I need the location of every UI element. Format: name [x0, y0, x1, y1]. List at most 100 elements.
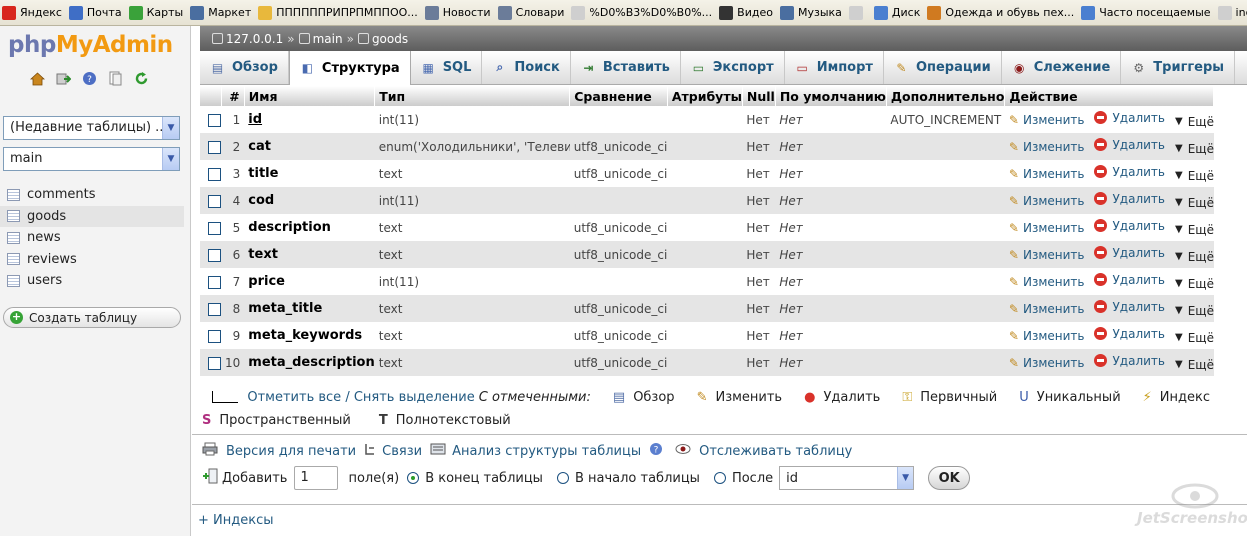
drop-field-button[interactable]: Удалить [1094, 354, 1165, 368]
drop-field-button[interactable]: Удалить [1094, 327, 1165, 341]
column-header[interactable]: Атрибуты [667, 86, 743, 106]
drop-field-button[interactable]: Удалить [1094, 165, 1165, 179]
row-checkbox[interactable] [208, 221, 221, 235]
database-select[interactable]: main ▼ [3, 147, 180, 171]
drop-field-button[interactable]: Удалить [1094, 300, 1165, 314]
row-checkbox[interactable] [208, 302, 221, 316]
column-header[interactable]: Имя [244, 86, 376, 106]
tab-triggers[interactable]: ⚙ Триггеры [1121, 51, 1236, 84]
create-table-button[interactable]: + Создать таблицу [3, 307, 181, 328]
with-selected-browse-button[interactable]: ▤ Обзор [613, 390, 675, 405]
track-table-link[interactable]: Отслеживать таблицу [699, 444, 852, 459]
analyze-structure-link[interactable]: Анализ структуры таблицы [452, 444, 641, 459]
column-header[interactable]: Тип [374, 86, 571, 106]
bookmark-item[interactable]: %D0%B3%D0%B0%... [569, 3, 717, 23]
exit-icon[interactable] [55, 70, 72, 87]
more-actions-button[interactable]: ▼ Ещё [1175, 304, 1214, 318]
drop-field-button[interactable]: Удалить [1094, 219, 1165, 233]
column-header[interactable]: Действие [1004, 86, 1215, 106]
sidebar-table-reviews[interactable]: reviews [6, 249, 184, 271]
with-selected-fulltext-button[interactable]: T Полнотекстовый [379, 413, 511, 428]
sidebar-table-news[interactable]: news [6, 227, 184, 249]
tab-structure[interactable]: ◧ Структура [288, 51, 411, 85]
at-beginning-label[interactable]: В начало таблицы [575, 471, 700, 486]
at-beginning-radio[interactable] [556, 472, 569, 484]
check-all-link[interactable]: Отметить все / Снять выделение [247, 390, 474, 405]
column-header[interactable]: # [221, 86, 245, 106]
more-actions-button[interactable]: ▼ Ещё [1175, 142, 1214, 156]
drop-field-button[interactable]: Удалить [1094, 273, 1165, 287]
row-checkbox[interactable] [208, 113, 221, 127]
row-checkbox[interactable] [208, 194, 221, 208]
tab-operations[interactable]: ✎ Операции [884, 51, 1002, 84]
row-checkbox[interactable] [208, 356, 221, 370]
docs-icon[interactable] [107, 70, 124, 87]
tab-tracking[interactable]: ◉ Слежение [1002, 51, 1122, 84]
after-radio[interactable] [713, 472, 726, 484]
phpmyadmin-logo[interactable]: phpMyAdmin [8, 32, 173, 58]
sidebar-table-users[interactable]: users [6, 270, 184, 292]
print-view-link[interactable]: Версия для печати [226, 444, 356, 459]
bookmark-item[interactable]: Часто посещаемые [1079, 3, 1215, 23]
home-icon[interactable] [29, 70, 46, 87]
tab-export[interactable]: ▭ Экспорт [681, 51, 785, 84]
change-field-button[interactable]: ✎ Изменить [1009, 221, 1085, 235]
bookmark-item[interactable]: Яндекс [0, 3, 67, 23]
breadcrumb-database[interactable]: main [313, 32, 343, 46]
with-selected-pencil-button[interactable]: ✎ Изменить [697, 390, 783, 405]
bookmark-item[interactable]: ППППППРИПРПМППОО... [256, 3, 423, 23]
breadcrumb-server[interactable]: 127.0.0.1 [226, 32, 283, 46]
bookmark-item[interactable]: Видео [717, 3, 778, 23]
after-label[interactable]: После [732, 471, 773, 486]
bookmark-item[interactable]: Новости [423, 3, 496, 23]
at-end-label[interactable]: В конец таблицы [425, 471, 543, 486]
change-field-button[interactable]: ✎ Изменить [1009, 167, 1085, 181]
row-checkbox[interactable] [208, 167, 221, 181]
more-actions-button[interactable]: ▼ Ещё [1175, 115, 1214, 129]
tab-import[interactable]: ▭ Импорт [785, 51, 884, 84]
more-actions-button[interactable]: ▼ Ещё [1175, 358, 1214, 372]
bookmark-item[interactable] [847, 3, 872, 23]
with-selected-delete-button[interactable]: ● Удалить [804, 390, 880, 405]
indexes-toggle[interactable]: + Индексы [198, 513, 274, 528]
more-actions-button[interactable]: ▼ Ещё [1175, 223, 1214, 237]
change-field-button[interactable]: ✎ Изменить [1009, 113, 1085, 127]
change-field-button[interactable]: ✎ Изменить [1009, 275, 1085, 289]
row-checkbox[interactable] [208, 329, 221, 343]
bookmark-item[interactable]: Одежда и обувь пех... [925, 3, 1079, 23]
relations-link[interactable]: Связи [382, 444, 422, 459]
change-field-button[interactable]: ✎ Изменить [1009, 356, 1085, 370]
with-selected-spatial-button[interactable]: S Пространственный [202, 413, 351, 428]
with-selected-primary-key-button[interactable]: ⚿ Первичный [902, 390, 997, 405]
after-field-select[interactable]: id ▼ [779, 466, 915, 490]
tab-browse[interactable]: ▤ Обзор [200, 51, 289, 84]
tab-sql[interactable]: ▦ SQL [411, 51, 483, 84]
info-icon[interactable]: ? [649, 442, 663, 460]
more-actions-button[interactable]: ▼ Ещё [1175, 196, 1214, 210]
bookmark-item[interactable]: Словари [496, 3, 570, 23]
change-field-button[interactable]: ✎ Изменить [1009, 248, 1085, 262]
field-count-input[interactable]: 1 [294, 466, 339, 490]
more-actions-button[interactable]: ▼ Ещё [1175, 169, 1214, 183]
recent-tables-select[interactable]: (Недавние таблицы) ... ▼ [3, 116, 180, 140]
sidebar-table-goods[interactable]: goods [0, 205, 184, 227]
tab-insert[interactable]: ⇥ Вставить [571, 51, 681, 84]
bookmark-item[interactable]: index.html [1216, 3, 1247, 23]
drop-field-button[interactable]: Удалить [1094, 111, 1165, 125]
bookmark-item[interactable]: Музыка [778, 3, 847, 23]
more-actions-button[interactable]: ▼ Ещё [1175, 277, 1214, 291]
more-actions-button[interactable]: ▼ Ещё [1175, 250, 1214, 264]
more-actions-button[interactable]: ▼ Ещё [1175, 331, 1214, 345]
tab-search[interactable]: ⌕ Поиск [482, 51, 571, 84]
bookmark-item[interactable]: Почта [67, 3, 127, 23]
bookmark-item[interactable]: Диск [872, 3, 925, 23]
ok-button[interactable]: OK [928, 466, 971, 490]
change-field-button[interactable]: ✎ Изменить [1009, 140, 1085, 154]
row-checkbox[interactable] [208, 275, 221, 289]
column-header[interactable]: Дополнительно [886, 86, 1006, 106]
bookmark-item[interactable]: Маркет [188, 3, 256, 23]
change-field-button[interactable]: ✎ Изменить [1009, 329, 1085, 343]
reload-icon[interactable] [133, 70, 150, 87]
drop-field-button[interactable]: Удалить [1094, 138, 1165, 152]
drop-field-button[interactable]: Удалить [1094, 246, 1165, 260]
